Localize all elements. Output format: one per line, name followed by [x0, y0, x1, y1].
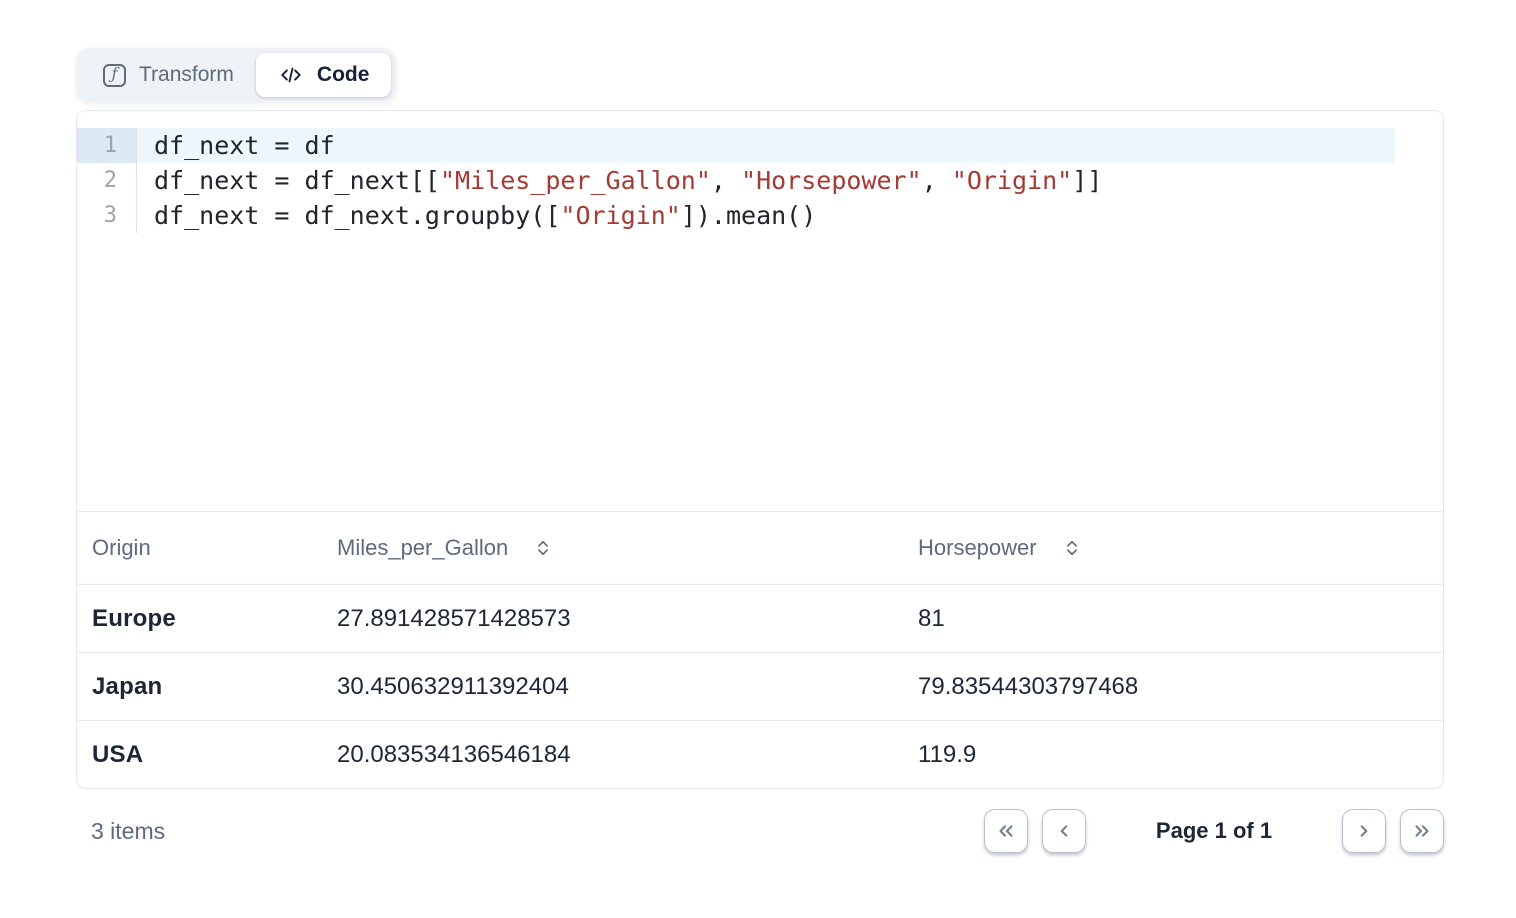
code-token-string: "Origin": [952, 166, 1072, 195]
items-count: 3 items: [76, 818, 165, 845]
chevron-left-icon: [1053, 820, 1075, 842]
code-icon: [278, 64, 304, 86]
code-token: ,: [922, 166, 952, 195]
code-token: df_next = df: [154, 131, 335, 160]
cell-horsepower: 79.83544303797468: [903, 673, 1443, 701]
column-label: Horsepower: [918, 535, 1037, 561]
sort-icon[interactable]: [533, 536, 553, 560]
code-line[interactable]: 2 df_next = df_next[["Miles_per_Gallon",…: [77, 163, 1443, 198]
function-icon: ƒ: [103, 64, 126, 87]
column-header-miles-per-gallon[interactable]: Miles_per_Gallon: [322, 535, 903, 561]
chevrons-left-icon: [995, 820, 1017, 842]
page-indicator: Page 1 of 1: [1100, 818, 1328, 844]
cell-miles-per-gallon: 20.083534136546184: [322, 741, 903, 769]
page: ƒ Transform Code 1 df_next = df 2 df_nex…: [0, 0, 1516, 861]
prev-page-button[interactable]: [1042, 809, 1086, 853]
line-number: 1: [77, 128, 137, 163]
sort-icon[interactable]: [1062, 536, 1082, 560]
column-header-origin: Origin: [77, 535, 322, 561]
code-line[interactable]: 3 df_next = df_next.groupby(["Origin"]).…: [77, 198, 1443, 233]
pagination: Page 1 of 1: [984, 809, 1444, 853]
line-number: 2: [77, 163, 137, 198]
code-line-text: df_next = df: [137, 128, 1395, 163]
code-line-text: df_next = df_next.groupby(["Origin"]).me…: [137, 198, 1395, 233]
code-token: df_next = df_next[[: [154, 166, 440, 195]
line-number: 3: [77, 198, 137, 233]
column-label: Origin: [92, 535, 151, 561]
next-page-button[interactable]: [1342, 809, 1386, 853]
column-header-horsepower[interactable]: Horsepower: [903, 535, 1443, 561]
tab-code-label: Code: [317, 63, 370, 87]
code-token-string: "Horsepower": [741, 166, 922, 195]
last-page-button[interactable]: [1400, 809, 1444, 853]
chevrons-right-icon: [1411, 820, 1433, 842]
code-line-text: df_next = df_next[["Miles_per_Gallon", "…: [137, 163, 1395, 198]
cell-horsepower: 119.9: [903, 741, 1443, 769]
code-token-string: "Origin": [560, 201, 680, 230]
table-row: Japan 30.450632911392404 79.835443037974…: [77, 653, 1443, 721]
function-icon-glyph: ƒ: [112, 66, 118, 82]
cell-miles-per-gallon: 27.891428571428573: [322, 605, 903, 633]
tab-transform[interactable]: ƒ Transform: [81, 53, 256, 97]
code-editor[interactable]: 1 df_next = df 2 df_next = df_next[["Mil…: [77, 111, 1443, 512]
table-footer: 3 items Page 1 of 1: [76, 801, 1444, 861]
code-token-string: "Miles_per_Gallon": [440, 166, 711, 195]
tab-code[interactable]: Code: [256, 53, 392, 97]
code-token: ]]: [1072, 166, 1102, 195]
tab-transform-label: Transform: [139, 63, 234, 87]
cell-miles-per-gallon: 30.450632911392404: [322, 673, 903, 701]
chevron-right-icon: [1353, 820, 1375, 842]
table-row: USA 20.083534136546184 119.9: [77, 721, 1443, 788]
content-panel: 1 df_next = df 2 df_next = df_next[["Mil…: [76, 110, 1444, 789]
cell-origin: USA: [77, 741, 322, 769]
code-token: ,: [711, 166, 741, 195]
first-page-button[interactable]: [984, 809, 1028, 853]
code-line[interactable]: 1 df_next = df: [77, 128, 1443, 163]
table-row: Europe 27.891428571428573 81: [77, 585, 1443, 653]
cell-origin: Europe: [77, 605, 322, 633]
code-token: ]).mean(): [681, 201, 816, 230]
cell-origin: Japan: [77, 673, 322, 701]
cell-horsepower: 81: [903, 605, 1443, 633]
table-header: Origin Miles_per_Gallon Horsepower: [77, 512, 1443, 585]
view-toggle: ƒ Transform Code: [76, 48, 396, 102]
code-token: df_next = df_next.groupby([: [154, 201, 560, 230]
column-label: Miles_per_Gallon: [337, 535, 508, 561]
